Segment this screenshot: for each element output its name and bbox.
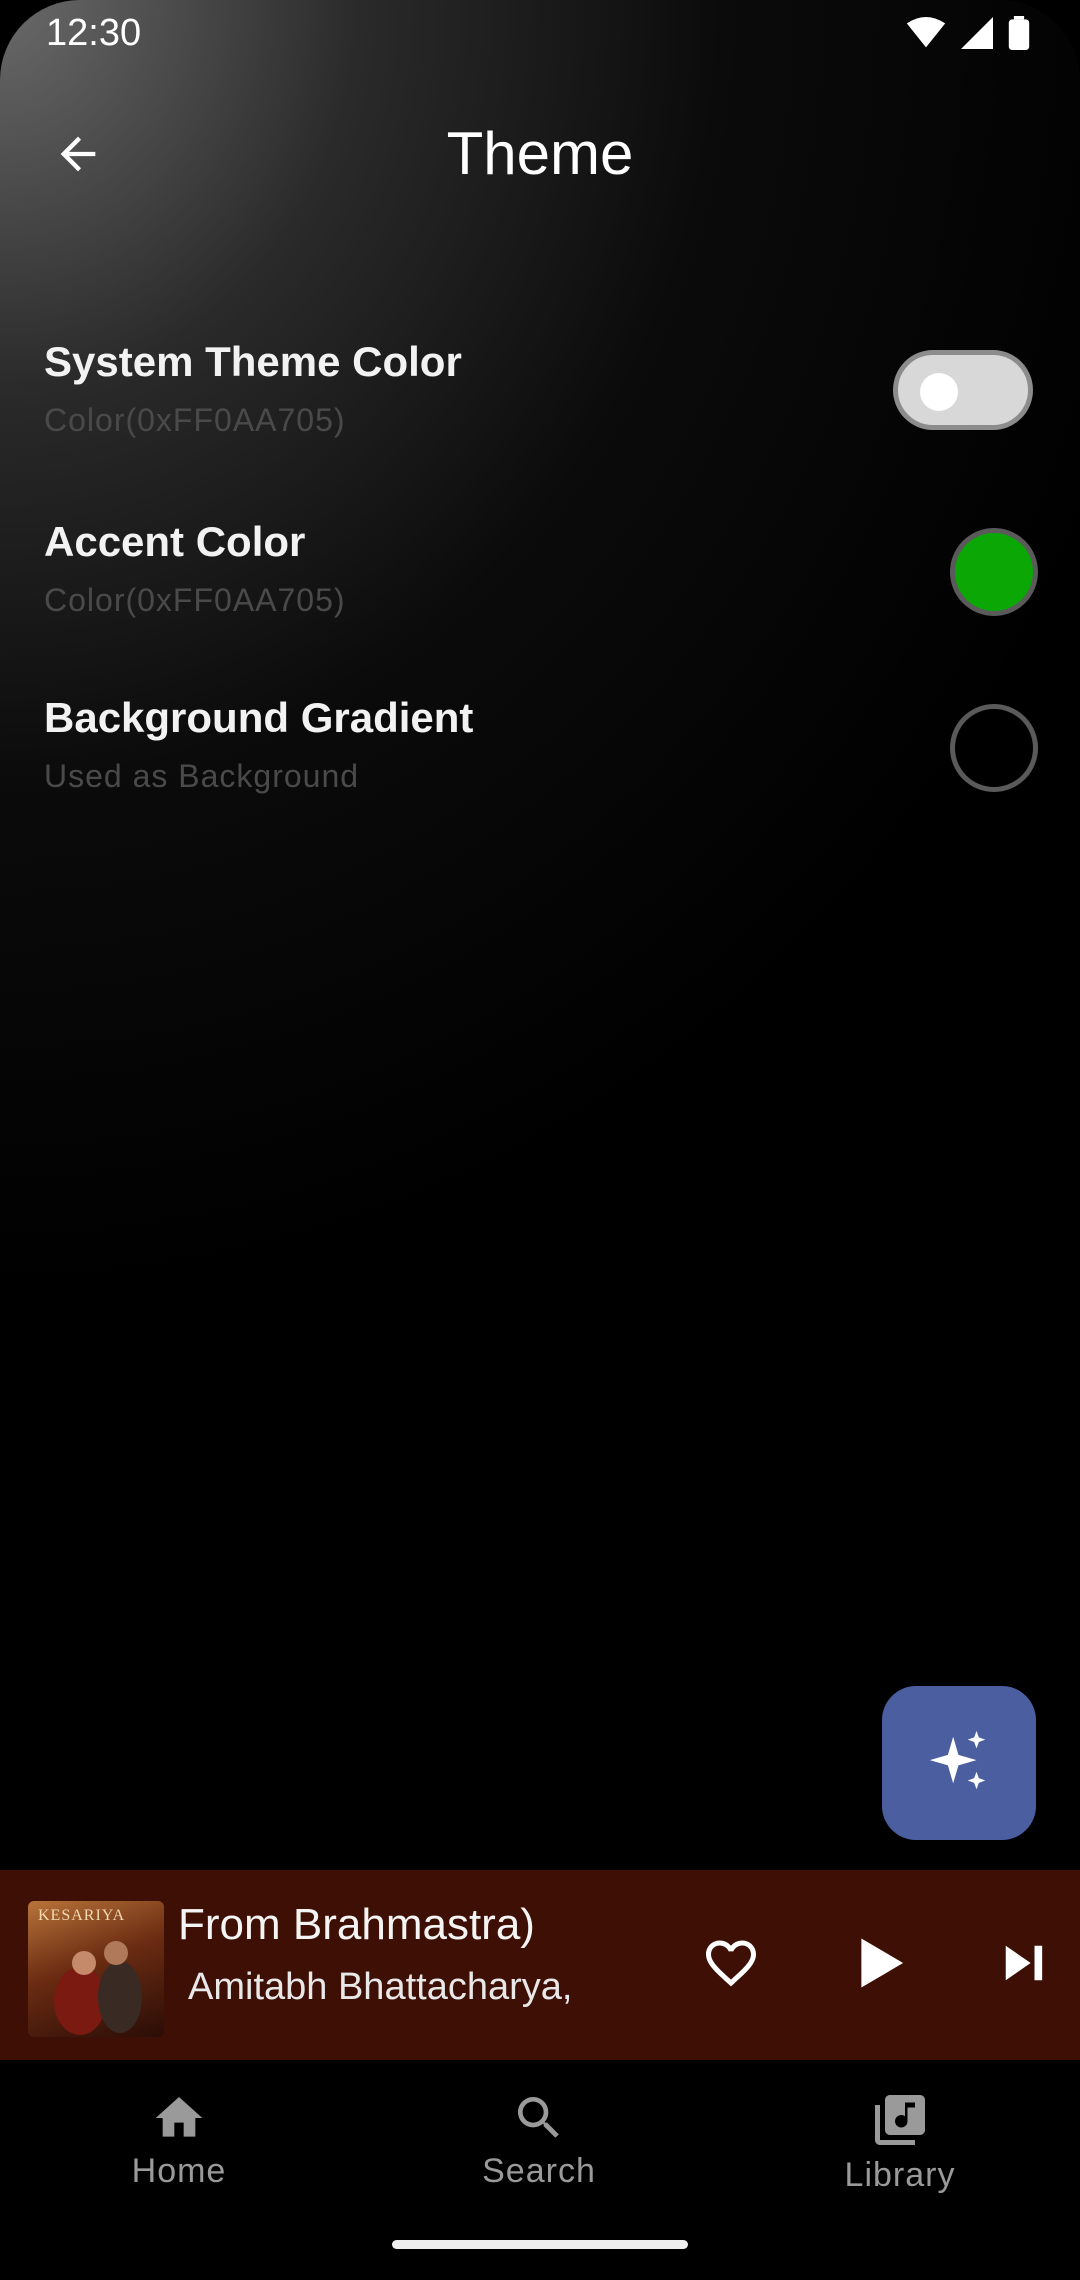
home-indicator[interactable] (392, 2240, 688, 2249)
wifi-icon (906, 17, 946, 48)
nav-item-search[interactable]: Search (439, 2090, 639, 2191)
system-theme-toggle[interactable] (893, 350, 1033, 430)
song-title: From Brahmastra) (178, 1900, 535, 1949)
favorite-button[interactable] (698, 1930, 764, 1996)
toggle-knob (920, 373, 958, 411)
status-time: 12:30 (46, 12, 142, 54)
sparkles-icon (929, 1730, 986, 1790)
setting-background-gradient[interactable]: Background Gradient Used as Background (44, 692, 1044, 795)
album-art-figures (54, 1941, 142, 2035)
battery-icon (1008, 16, 1030, 50)
nav-label: Home (131, 2152, 227, 2190)
page-title: Theme (446, 120, 634, 187)
setting-title: Accent Color (44, 518, 306, 565)
setting-subtitle: Used as Background (44, 758, 360, 794)
setting-accent-color[interactable]: Accent Color Color(0xFF0AA705) (44, 516, 1044, 619)
sparkles-fab-button[interactable] (882, 1686, 1036, 1840)
search-icon (518, 2097, 559, 2138)
nav-item-home[interactable]: Home (79, 2090, 279, 2191)
setting-title: Background Gradient (44, 694, 474, 741)
signal-icon (961, 17, 993, 49)
status-icons (906, 16, 1030, 50)
heart-outline-icon (706, 1940, 756, 1987)
app-screen: 12:30 Theme System Theme Color Color(0xF… (0, 0, 1080, 2280)
play-button[interactable] (848, 1928, 914, 1998)
mini-player[interactable]: KESARIYA From Brahmastra) Amitabh Bhatta… (0, 1870, 1080, 2060)
album-art: KESARIYA (28, 1901, 164, 2037)
accent-color-swatch[interactable] (950, 528, 1038, 616)
setting-subtitle: Color(0xFF0AA705) (44, 582, 346, 618)
library-music-icon (875, 2095, 925, 2145)
song-artist: Amitabh Bhattacharya, (188, 1966, 573, 2008)
nav-item-library[interactable]: Library (800, 2090, 1000, 2195)
skip-next-icon (1005, 1945, 1043, 1981)
nav-label: Library (844, 2156, 956, 2194)
nav-label: Search (482, 2152, 596, 2190)
play-icon (861, 1938, 904, 1988)
home-icon (155, 2097, 203, 2137)
setting-subtitle: Color(0xFF0AA705) (44, 402, 346, 438)
background-gradient-swatch[interactable] (950, 704, 1038, 792)
skip-next-button[interactable] (990, 1928, 1056, 1998)
